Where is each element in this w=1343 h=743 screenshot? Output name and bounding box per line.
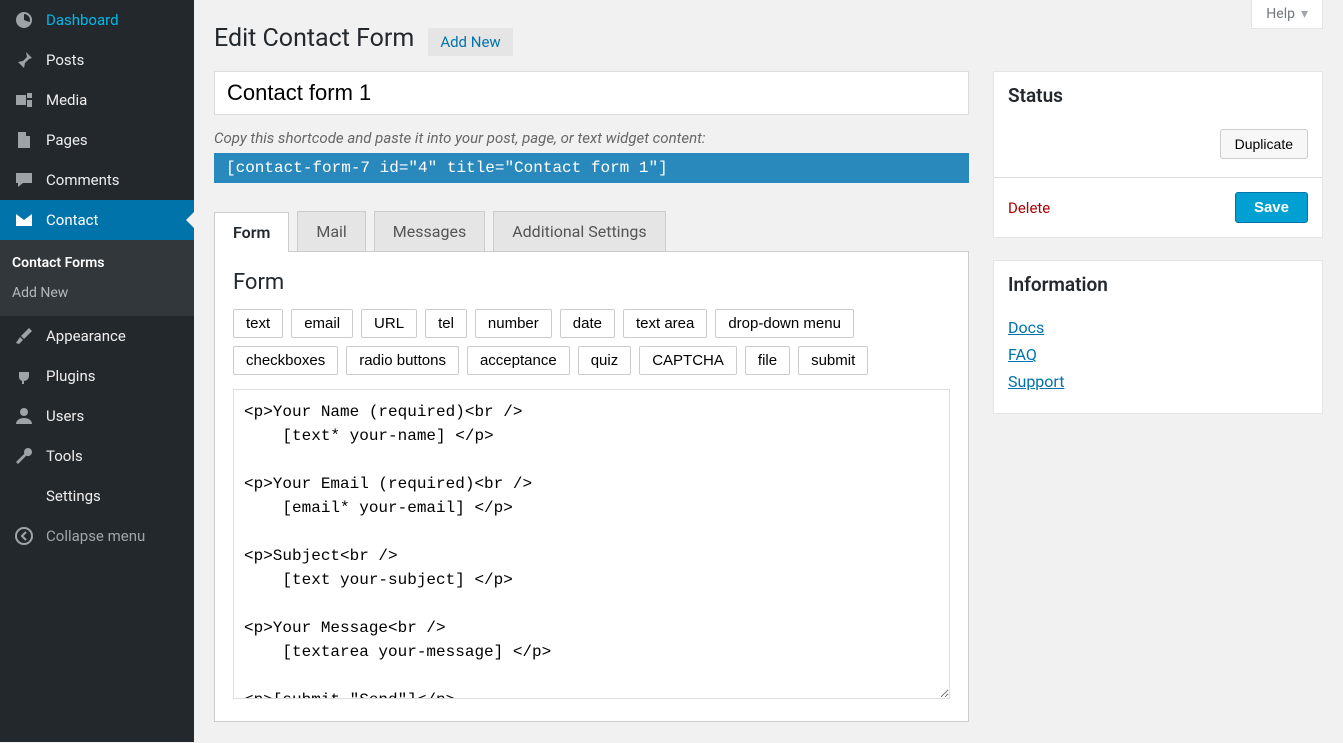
editor-tabs: Form Mail Messages Additional Settings — [214, 211, 969, 251]
tag-date[interactable]: date — [560, 309, 615, 338]
status-heading: Status — [994, 72, 1322, 119]
chevron-down-icon: ▾ — [1301, 6, 1308, 22]
pin-icon — [12, 50, 36, 70]
tag-url[interactable]: URL — [361, 309, 417, 338]
info-link-support[interactable]: Support — [1008, 372, 1308, 391]
sidebar-item-label: Settings — [46, 487, 101, 505]
sidebar-item-label: Comments — [46, 171, 120, 189]
tag-generator: text email URL tel number date text area… — [233, 309, 950, 375]
sidebar-item-label: Dashboard — [46, 11, 119, 29]
information-box: Information Docs FAQ Support — [993, 260, 1323, 414]
shortcode-box[interactable]: [contact-form-7 id="4" title="Contact fo… — [214, 153, 969, 183]
tag-file[interactable]: file — [745, 346, 790, 375]
sidebar-item-label: Users — [46, 407, 84, 425]
info-link-faq[interactable]: FAQ — [1008, 345, 1308, 364]
tag-text[interactable]: text — [233, 309, 283, 338]
tag-tel[interactable]: tel — [425, 309, 467, 338]
sidebar-item-label: Posts — [46, 51, 84, 69]
admin-sidebar: Dashboard Posts Media Pages Comments Con… — [0, 0, 194, 742]
sidebar-item-label: Contact — [46, 211, 98, 229]
tab-mail[interactable]: Mail — [297, 211, 365, 251]
status-box: Status Duplicate Delete Save — [993, 71, 1323, 238]
tag-quiz[interactable]: quiz — [578, 346, 632, 375]
sidebar-item-dashboard[interactable]: Dashboard — [0, 0, 194, 40]
wrench-icon — [12, 446, 36, 466]
sidebar-item-plugins[interactable]: Plugins — [0, 356, 194, 396]
main-content: Help▾ Edit Contact Form Add New Copy thi… — [194, 0, 1343, 742]
sidebar-item-comments[interactable]: Comments — [0, 160, 194, 200]
tag-submit[interactable]: submit — [798, 346, 868, 375]
collapse-menu[interactable]: Collapse menu — [0, 516, 194, 556]
form-template-textarea[interactable] — [233, 389, 950, 699]
form-panel-heading: Form — [233, 270, 950, 295]
form-panel: Form text email URL tel number date text… — [214, 251, 969, 722]
sidebar-item-media[interactable]: Media — [0, 80, 194, 120]
shortcode-hint: Copy this shortcode and paste it into yo… — [214, 129, 969, 147]
add-new-button[interactable]: Add New — [428, 28, 512, 56]
tag-dropdown[interactable]: drop-down menu — [715, 309, 854, 338]
user-icon — [12, 406, 36, 426]
comment-icon — [12, 170, 36, 190]
media-icon — [12, 90, 36, 110]
tag-textarea[interactable]: text area — [623, 309, 707, 338]
tag-email[interactable]: email — [291, 309, 353, 338]
page-title: Edit Contact Form — [214, 24, 414, 53]
sidebar-item-label: Tools — [46, 447, 83, 465]
delete-link[interactable]: Delete — [1008, 199, 1050, 217]
tag-checkboxes[interactable]: checkboxes — [233, 346, 338, 375]
sidebar-item-settings[interactable]: Settings — [0, 476, 194, 516]
save-button[interactable]: Save — [1235, 192, 1308, 223]
collapse-label: Collapse menu — [46, 527, 145, 545]
sidebar-item-label: Appearance — [46, 327, 126, 345]
sliders-icon — [12, 486, 36, 506]
form-title-input[interactable] — [214, 71, 969, 115]
sidebar-item-label: Plugins — [46, 367, 95, 385]
submenu-item-contact-forms[interactable]: Contact Forms — [0, 248, 194, 278]
sidebar-item-posts[interactable]: Posts — [0, 40, 194, 80]
sidebar-item-contact[interactable]: Contact — [0, 200, 194, 240]
information-heading: Information — [994, 261, 1322, 308]
tab-form[interactable]: Form — [214, 212, 289, 252]
sidebar-item-pages[interactable]: Pages — [0, 120, 194, 160]
dashboard-icon — [12, 10, 36, 30]
info-link-docs[interactable]: Docs — [1008, 318, 1308, 337]
mail-icon — [12, 210, 36, 230]
submenu-item-add-new[interactable]: Add New — [0, 278, 194, 308]
brush-icon — [12, 326, 36, 346]
sidebar-item-appearance[interactable]: Appearance — [0, 316, 194, 356]
help-tab[interactable]: Help▾ — [1251, 0, 1323, 29]
tag-acceptance[interactable]: acceptance — [467, 346, 570, 375]
tab-messages[interactable]: Messages — [374, 211, 485, 251]
tab-additional-settings[interactable]: Additional Settings — [493, 211, 665, 251]
duplicate-button[interactable]: Duplicate — [1220, 129, 1308, 159]
tag-number[interactable]: number — [475, 309, 552, 338]
collapse-icon — [12, 526, 36, 546]
sidebar-item-users[interactable]: Users — [0, 396, 194, 436]
sidebar-item-label: Pages — [46, 131, 88, 149]
tag-captcha[interactable]: CAPTCHA — [639, 346, 737, 375]
sidebar-item-label: Media — [46, 91, 87, 109]
page-icon — [12, 130, 36, 150]
plug-icon — [12, 366, 36, 386]
sidebar-submenu: Contact Forms Add New — [0, 240, 194, 316]
tag-radio[interactable]: radio buttons — [346, 346, 459, 375]
sidebar-item-tools[interactable]: Tools — [0, 436, 194, 476]
